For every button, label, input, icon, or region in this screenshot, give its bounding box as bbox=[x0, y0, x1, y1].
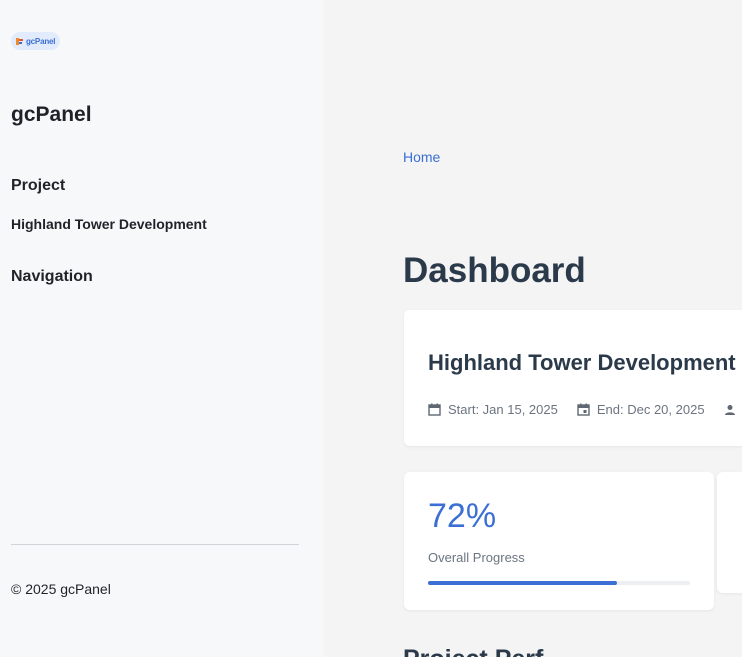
project-meta-row: Start: Jan 15, 2025 End: Dec 20, 2025 bbox=[428, 402, 742, 417]
project-heading: Project bbox=[11, 177, 66, 194]
project-start-date: Start: Jan 15, 2025 bbox=[428, 402, 558, 417]
project-card-title: Highland Tower Development bbox=[428, 350, 736, 375]
sidebar-brand: gcPanel bbox=[11, 103, 92, 126]
breadcrumb-home-link[interactable]: Home bbox=[403, 149, 440, 165]
project-manager bbox=[724, 404, 742, 416]
logo-text: gcPanel bbox=[26, 36, 56, 46]
section-title: Project Perf bbox=[403, 645, 543, 657]
navigation-heading: Navigation bbox=[11, 268, 93, 285]
logo-icon bbox=[15, 37, 24, 46]
page-title: Dashboard bbox=[403, 251, 586, 290]
progress-bar bbox=[428, 581, 690, 585]
project-start-text: Start: Jan 15, 2025 bbox=[448, 402, 558, 417]
sidebar-divider bbox=[11, 544, 299, 545]
calendar-icon bbox=[428, 403, 441, 416]
stat-card-secondary bbox=[717, 472, 742, 593]
sidebar-footer: © 2025 gcPanel bbox=[11, 581, 111, 597]
progress-bar-fill bbox=[428, 581, 617, 585]
progress-label: Overall Progress bbox=[428, 550, 525, 565]
sidebar-project-name: Highland Tower Development bbox=[11, 216, 207, 232]
project-card: Highland Tower Development Start: Jan 15… bbox=[404, 310, 742, 446]
project-end-text: End: Dec 20, 2025 bbox=[596, 402, 705, 417]
progress-value: 72% bbox=[428, 497, 497, 535]
project-end-date: End: Dec 20, 2025 bbox=[577, 402, 705, 417]
calendar-event-icon bbox=[577, 403, 590, 416]
progress-card: 72% Overall Progress bbox=[404, 472, 714, 610]
main-content: Home Dashboard Highland Tower Developmen… bbox=[323, 0, 742, 657]
logo[interactable]: gcPanel bbox=[11, 32, 61, 50]
sidebar: gcPanel gcPanel Project Highland Tower D… bbox=[0, 0, 323, 657]
app-root: gcPanel gcPanel Project Highland Tower D… bbox=[0, 0, 742, 657]
person-icon bbox=[724, 404, 735, 415]
